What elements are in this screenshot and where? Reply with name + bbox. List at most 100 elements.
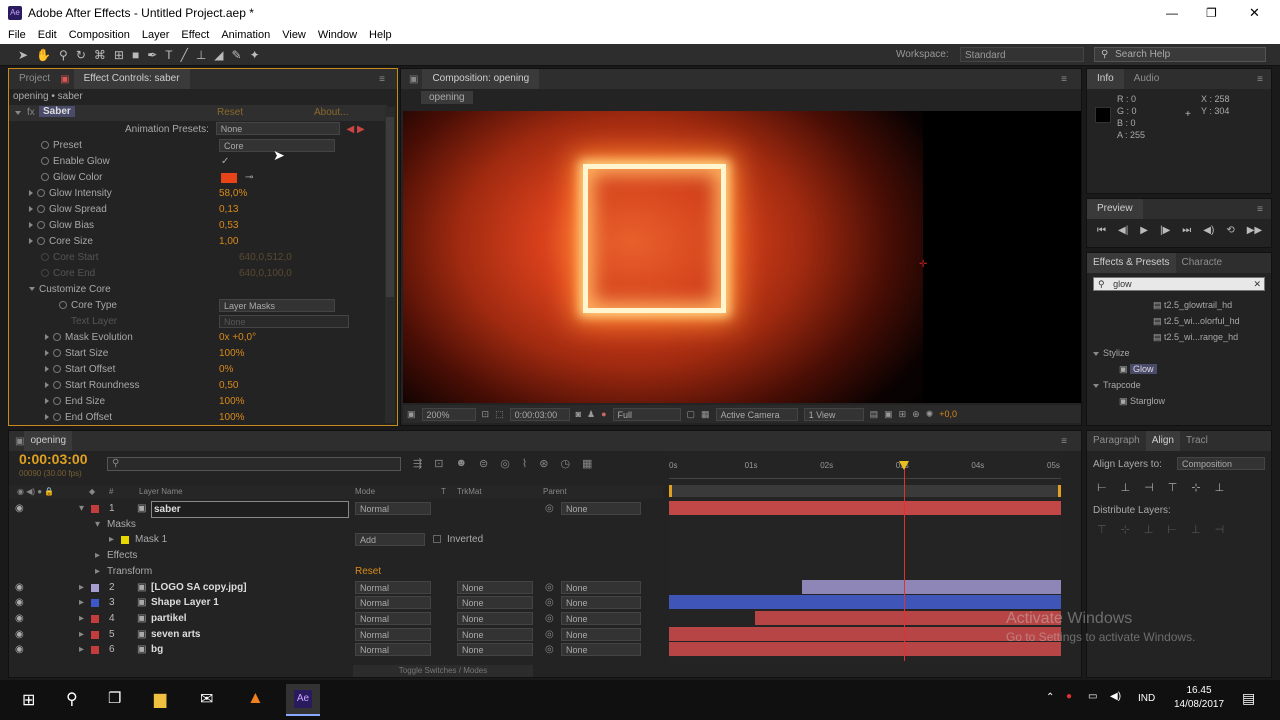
property-name[interactable]: Mask 1 <box>135 532 167 547</box>
layer-duration-bar[interactable] <box>802 579 1061 594</box>
next-frame-icon[interactable]: |▶ <box>1160 225 1170 236</box>
layer-row[interactable]: ◉ ▸ 4 ▣ partikel Normal None ◎ None <box>9 611 663 626</box>
layer-color-label[interactable] <box>91 630 99 639</box>
layer-duration-bar[interactable] <box>669 595 1061 610</box>
brush-tool-icon[interactable]: ╱ <box>181 48 188 62</box>
stopwatch-icon[interactable] <box>53 365 61 374</box>
distribute-left-icon[interactable]: ⊢ <box>1167 523 1177 536</box>
current-time-display[interactable]: 0:00:03:00 <box>19 451 88 467</box>
transparency-grid-icon[interactable]: ▦ <box>701 409 710 420</box>
expand-icon[interactable] <box>29 206 33 213</box>
collapse-icon[interactable] <box>29 287 35 292</box>
zoom-tool-icon[interactable]: ⚲ <box>59 48 68 62</box>
start-size-value[interactable]: 100% <box>219 346 245 362</box>
glow-color-swatch[interactable] <box>221 173 237 183</box>
preset-next-icon[interactable]: ▶ <box>357 124 365 135</box>
layer-name[interactable]: Shape Layer 1 <box>151 595 219 610</box>
tray-record-icon[interactable]: ● <box>1066 691 1072 702</box>
layer-property-row[interactable]: ▸ Transform Reset <box>9 564 663 579</box>
inverted-checkbox[interactable] <box>433 535 441 544</box>
distribute-right-icon[interactable]: ⊣ <box>1215 523 1225 536</box>
mode-dropdown[interactable]: Normal <box>355 627 431 641</box>
stopwatch-icon[interactable] <box>53 349 61 358</box>
comp-mini-flowchart-icon[interactable]: ⇶ <box>413 457 422 470</box>
tab-effects-presets[interactable]: Effects & Presets <box>1087 253 1176 273</box>
mask-evolution-value[interactable]: 0x +0,0° <box>219 330 256 346</box>
align-right-icon[interactable]: ⊣ <box>1144 481 1154 494</box>
expand-icon[interactable] <box>29 238 33 245</box>
playhead-marker-icon[interactable] <box>899 461 910 470</box>
stopwatch-icon[interactable] <box>41 173 49 182</box>
timer-icon[interactable]: ◷ <box>560 457 570 470</box>
menu-file[interactable]: File <box>8 29 26 41</box>
rotate-tool-icon[interactable]: ↻ <box>76 48 86 62</box>
scroll-thumb[interactable] <box>386 117 394 297</box>
property-name[interactable]: Effects <box>107 548 137 563</box>
preset-prev-icon[interactable]: ◀ <box>347 124 355 135</box>
distribute-top-icon[interactable]: ⊤ <box>1097 523 1107 536</box>
parent-pickwhip-icon[interactable]: ◎ <box>545 642 554 657</box>
align-vcenter-icon[interactable]: ⊹ <box>1191 481 1200 494</box>
layer-color-label[interactable] <box>91 583 99 592</box>
panel-menu-icon[interactable]: ≡ <box>1257 74 1263 85</box>
type-tool-icon[interactable]: T <box>165 48 172 62</box>
comp-viewer[interactable]: ✛ <box>403 111 1081 403</box>
start-roundness-value[interactable]: 0,50 <box>219 378 238 394</box>
panel-menu-icon[interactable]: ≡ <box>379 74 385 85</box>
parent-dropdown[interactable]: None <box>561 502 641 515</box>
expand-property-icon[interactable]: ▸ <box>95 564 100 579</box>
effect-item[interactable]: ▤ t2.5_glowtrail_hd <box>1093 297 1263 313</box>
resolution-dropdown[interactable]: Full <box>612 407 681 421</box>
exposure-value[interactable]: +0,0 <box>939 409 957 419</box>
visibility-eye-icon[interactable]: ◉ <box>15 595 24 610</box>
parent-dropdown[interactable]: None <box>561 611 641 625</box>
parent-dropdown[interactable]: None <box>561 627 641 641</box>
visibility-eye-icon[interactable]: ◉ <box>15 642 24 657</box>
effect-item[interactable]: ▣ Glow <box>1093 361 1263 377</box>
vlc-icon[interactable]: ▲ <box>247 688 264 708</box>
layer-property-row[interactable]: ▾ Masks <box>9 517 663 532</box>
panel-menu-icon[interactable]: ≡ <box>1061 74 1067 85</box>
expand-layer-icon[interactable]: ▸ <box>79 611 84 626</box>
clock[interactable]: 16.45 14/08/2017 <box>1170 685 1228 710</box>
expand-layer-icon[interactable]: ▸ <box>79 580 84 595</box>
mask-color-swatch[interactable] <box>121 536 129 545</box>
panel-menu-icon[interactable]: ≡ <box>1061 436 1067 447</box>
expand-layer-icon[interactable]: ▸ <box>79 642 84 657</box>
tab-character[interactable]: Characte <box>1176 253 1229 273</box>
layer-name[interactable]: bg <box>151 642 163 657</box>
playhead[interactable] <box>904 461 906 661</box>
maximize-button[interactable]: ❐ <box>1206 6 1217 20</box>
stopwatch-icon[interactable] <box>37 189 45 198</box>
loop-icon[interactable]: ⟲ <box>1226 225 1234 236</box>
timecode-field[interactable]: 0:00:03:00 <box>509 407 570 421</box>
effect-item[interactable]: ▤ t2.5_wi...range_hd <box>1093 329 1263 345</box>
layer-row[interactable]: ◉ ▾ 1 ▣ saber Normal ◎ None <box>9 501 663 518</box>
align-to-dropdown[interactable]: Composition <box>1177 457 1265 470</box>
layer-property-row[interactable]: ▸ Mask 1 Add Inverted <box>9 532 663 547</box>
visibility-eye-icon[interactable]: ◉ <box>15 580 24 595</box>
workspace-dropdown[interactable]: Standard <box>960 47 1084 62</box>
layer-color-label[interactable] <box>91 599 99 608</box>
parent-pickwhip-icon[interactable]: ◎ <box>545 611 554 626</box>
expand-icon[interactable] <box>29 222 33 229</box>
tab-preview[interactable]: Preview <box>1087 199 1143 219</box>
layer-color-label[interactable] <box>91 505 99 513</box>
pen-tool-icon[interactable]: ✒ <box>147 48 157 62</box>
parent-pickwhip-icon[interactable]: ◎ <box>545 580 554 595</box>
layer-name[interactable]: partikel <box>151 611 187 626</box>
start-windows-icon[interactable]: ⊞ <box>22 690 35 710</box>
mask-mode-dropdown[interactable]: Add <box>355 533 425 547</box>
comp-subtab[interactable]: opening <box>421 91 473 104</box>
exposure-icon[interactable]: ✺ <box>926 409 934 420</box>
timeline-icon[interactable]: ⊞ <box>899 409 907 420</box>
layer-row[interactable]: ◉ ▸ 6 ▣ bg Normal None ◎ None <box>9 642 663 657</box>
effect-panel-scrollbar[interactable] <box>385 107 395 423</box>
selection-tool-icon[interactable]: ➤ <box>18 48 28 62</box>
tab-info[interactable]: Info <box>1087 69 1124 89</box>
hand-tool-icon[interactable]: ✋ <box>36 48 51 62</box>
core-type-dropdown[interactable]: Layer Masks <box>219 299 335 312</box>
fast-preview-icon[interactable]: ▣ <box>884 409 893 420</box>
roto-brush-icon[interactable]: ✎ <box>232 48 242 62</box>
collapse-icon[interactable] <box>1093 383 1099 388</box>
